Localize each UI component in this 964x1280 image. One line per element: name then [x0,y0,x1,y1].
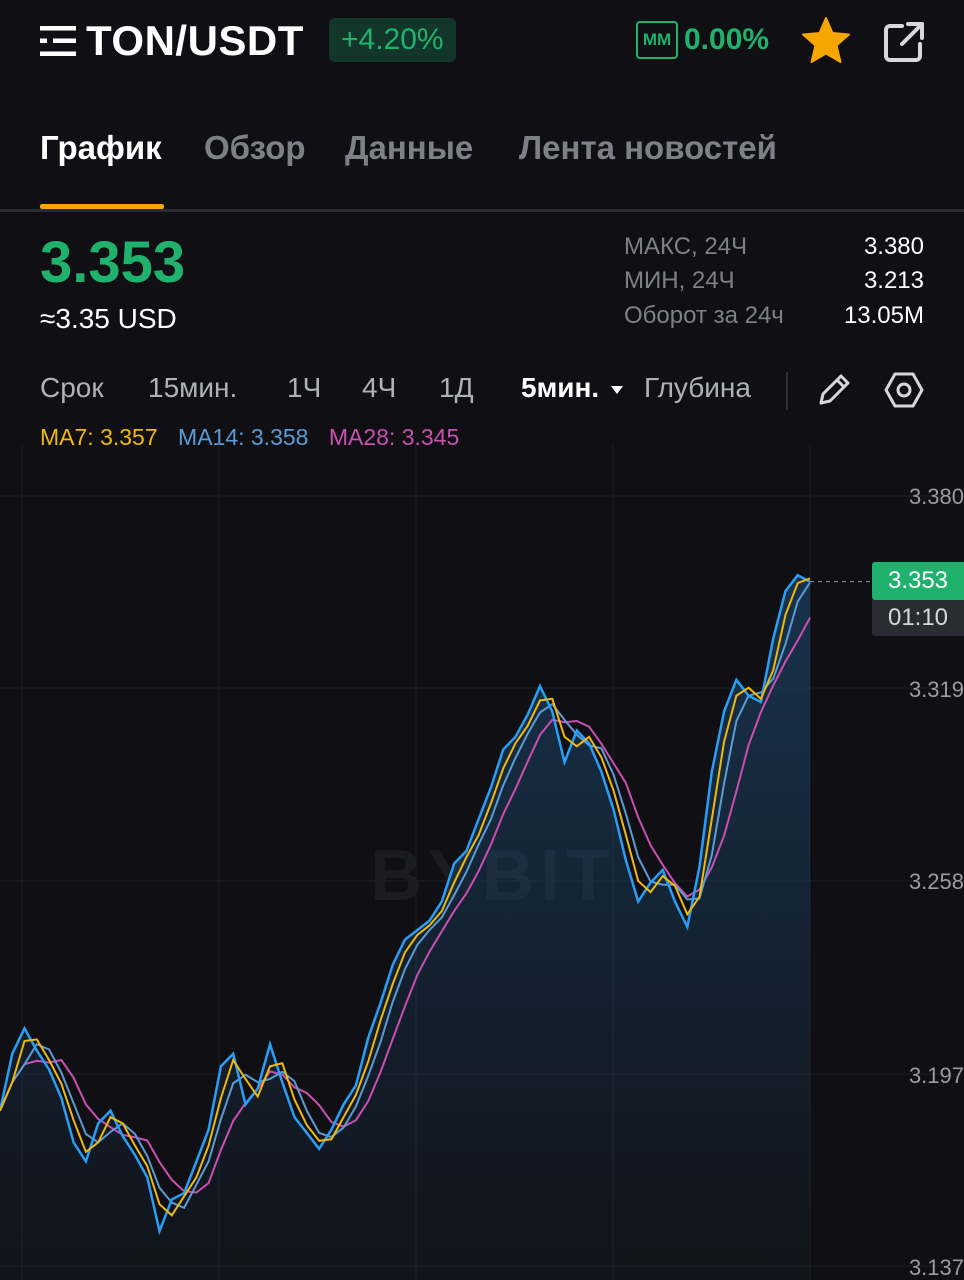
header: TON/USDT +4.20% MM 0.00% [0,0,964,84]
timeframe-1d[interactable]: 1Д [439,370,474,406]
stat-high-value: 3.380 [863,233,924,260]
timeframe-depth[interactable]: Глубина [644,370,751,406]
stat-low-label: МИН, 24Ч [624,267,735,294]
stat-high-label: МАКС, 24Ч [624,233,748,260]
chevron-down-icon[interactable] [611,386,623,394]
y-axis-tick: 3.380 [908,484,964,509]
menu-icon[interactable] [40,26,76,56]
usd-equivalent: ≈3.35 USD [40,303,177,334]
stat-turnover-value: 13.05M [843,302,924,329]
timeframe-15m[interactable]: 15мин. [148,370,237,406]
price-chart[interactable]: BYBIT 3.380 3.319 3.258 3.197 3.137 3.35… [0,444,964,1280]
mm-value[interactable]: 0.00% [684,20,769,60]
external-link-icon[interactable] [882,20,926,64]
settings-icon[interactable] [884,370,924,410]
tab-bar: График Обзор Данные Лента новостей [0,100,964,212]
y-axis-tick: 3.197 [908,1063,964,1088]
last-price: 3.353 [40,230,186,295]
last-price-tag: 3.353 [872,562,964,600]
toolbar-divider [786,372,788,410]
star-icon[interactable] [801,16,851,64]
y-axis-tick: 3.258 [908,869,964,894]
tab-news-feed[interactable]: Лента новостей [519,128,777,168]
change-badge: +4.20% [329,18,456,62]
mm-badge[interactable]: MM [636,21,678,59]
tab-chart[interactable]: График [40,128,162,168]
candle-countdown: 01:10 [872,600,964,636]
timeframe-5m[interactable]: 5мин. [521,370,599,406]
y-axis-tick: 3.319 [908,677,964,702]
stat-low-value: 3.213 [863,267,924,294]
active-tab-indicator [40,204,164,209]
stat-turnover-label: Оборот за 24ч [624,302,784,329]
timeframe-4h[interactable]: 4Ч [362,370,396,406]
tab-data[interactable]: Данные [345,128,473,168]
pencil-icon[interactable] [816,370,854,408]
price-chart-canvas[interactable] [0,444,964,1280]
y-axis-tick: 3.137 [908,1255,964,1280]
pair-title[interactable]: TON/USDT [86,14,304,68]
timeframe-bar: Срок 15мин. 1Ч 4Ч 1Д 5мин. Глубина [0,364,964,414]
timeframe-range[interactable]: Срок [40,370,104,406]
timeframe-1h[interactable]: 1Ч [287,370,321,406]
tab-overview[interactable]: Обзор [204,128,306,168]
price-area [0,575,810,1280]
